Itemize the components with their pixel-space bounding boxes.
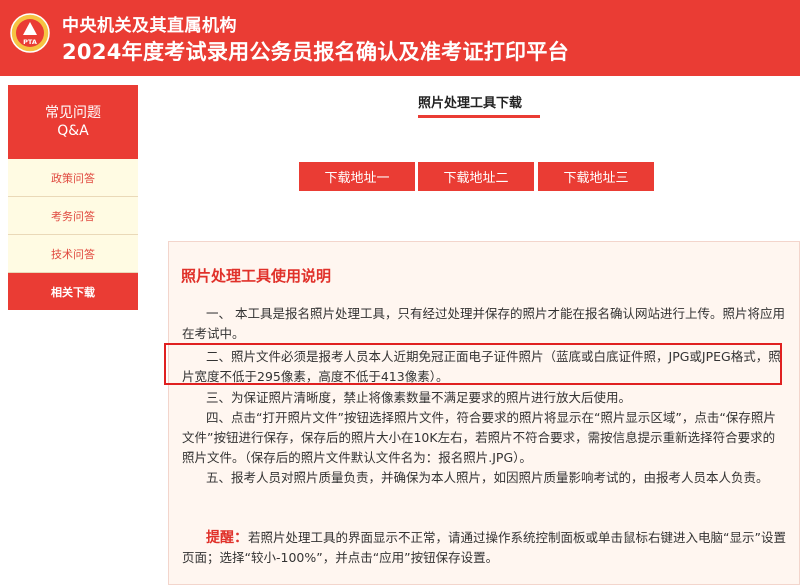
tab-active-underline: [418, 115, 540, 118]
download-link-2-button[interactable]: 下载地址二: [418, 162, 534, 191]
sidebar-item-tech-qa[interactable]: 技术问答: [8, 235, 138, 273]
org-name: 中央机关及其直属机构: [62, 16, 237, 36]
sidebar-item-policy-qa[interactable]: 政策问答: [8, 159, 138, 197]
instruction-paragraph-1: 一、 本工具是报名照片处理工具，只有经过处理并保存的照片才能在报名确认网站进行上…: [182, 306, 785, 341]
sidebar-item-exam-qa[interactable]: 考务问答: [8, 197, 138, 235]
download-link-1-button[interactable]: 下载地址一: [299, 162, 415, 191]
reminder-text: 若照片处理工具的界面显示不正常，请通过操作系统控制面板或单击鼠标右键进入电脑“显…: [182, 530, 786, 565]
reminder-label: 提醒：: [206, 530, 248, 546]
pta-logo-icon: PTA: [10, 13, 50, 53]
sidebar: 常见问题 Q&A 政策问答 考务问答 技术问答 相关下载: [8, 85, 138, 310]
instruction-paragraph-3: 三、为保证照片清晰度，禁止将像素数量不满足要求的照片进行放大后使用。: [206, 390, 632, 405]
sidebar-heading: 常见问题 Q&A: [8, 85, 138, 159]
download-link-3-button[interactable]: 下载地址三: [538, 162, 654, 191]
sidebar-heading-cn: 常见问题: [45, 105, 101, 121]
platform-title: 2024年度考试录用公务员报名确认及准考证打印平台: [62, 40, 569, 64]
sidebar-item-downloads[interactable]: 相关下载: [8, 273, 138, 310]
sidebar-heading-en: Q&A: [57, 123, 89, 139]
instruction-paragraph-4: 四、点击“打开照片文件”按钮选择照片文件，符合要求的照片将显示在“照片显示区域”…: [182, 410, 776, 465]
tab-photo-tool-download[interactable]: 照片处理工具下载: [418, 92, 522, 111]
logo-text: PTA: [23, 38, 37, 46]
site-header: PTA 中央机关及其直属机构 2024年度考试录用公务员报名确认及准考证打印平台: [0, 0, 800, 76]
instructions-title: 照片处理工具使用说明: [181, 267, 332, 285]
highlight-box: [164, 343, 782, 385]
instruction-paragraph-5: 五、报考人员对照片质量负责，并确保为本人照片，如因照片质量影响考试的，由报考人员…: [206, 470, 769, 485]
reminder-paragraph: 提醒：若照片处理工具的界面显示不正常，请通过操作系统控制面板或单击鼠标右键进入电…: [182, 528, 786, 568]
